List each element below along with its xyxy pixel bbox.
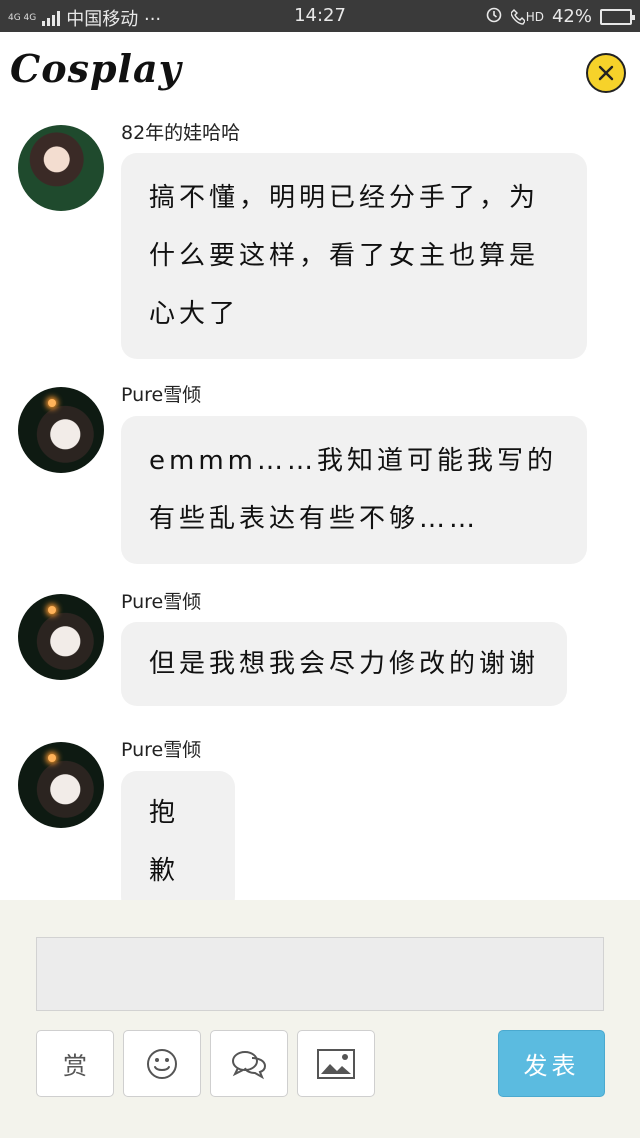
smiley-icon: [147, 1048, 177, 1079]
avatar[interactable]: [18, 125, 104, 211]
image-icon: [317, 1048, 355, 1079]
close-button[interactable]: [586, 53, 626, 93]
comment-item: 82年的娃哈哈 搞不懂，明明已经分手了，为什么要这样，看了女主也算是心大了: [0, 118, 640, 359]
comment-item: Pure雪倾 但是我想我会尽力修改的谢谢: [0, 587, 640, 712]
reward-label: 赏: [63, 1052, 87, 1080]
avatar[interactable]: [18, 387, 104, 473]
comment-username[interactable]: Pure雪倾: [121, 587, 201, 614]
comment-item: Pure雪倾 抱歉: [0, 735, 640, 913]
page-title: Cosplay: [10, 46, 182, 91]
comment-username[interactable]: Pure雪倾: [121, 380, 201, 407]
comment-bubble: emmm……我知道可能我写的有些乱表达有些不够……: [121, 416, 587, 564]
comment-bubble: 但是我想我会尽力修改的谢谢: [121, 622, 567, 706]
avatar[interactable]: [18, 594, 104, 680]
hd-label: HD: [525, 9, 544, 24]
status-bar: 4G 4G 中国移动 ··· 14:27 HD 42%: [0, 0, 640, 32]
emoji-button[interactable]: [123, 1030, 201, 1097]
reply-button[interactable]: [210, 1030, 288, 1097]
reward-button[interactable]: 赏: [36, 1030, 114, 1097]
comment-bubble: 抱歉: [121, 771, 235, 913]
status-right: HD 42%: [485, 5, 635, 28]
composer: 赏 发表: [0, 900, 640, 1138]
header: Cosplay: [0, 32, 640, 110]
comment-input[interactable]: [36, 937, 604, 1011]
sparkler: [48, 399, 56, 407]
comment-item: Pure雪倾 emmm……我知道可能我写的有些乱表达有些不够……: [0, 380, 640, 564]
chat-bubbles-icon: [232, 1050, 267, 1079]
battery-percent: 42%: [551, 6, 592, 27]
battery-icon: [600, 8, 635, 25]
close-icon: [598, 65, 614, 81]
alarm-icon: [485, 5, 503, 28]
call-hd-icon: HD: [510, 8, 544, 25]
sparkler: [48, 606, 56, 614]
avatar[interactable]: [18, 742, 104, 828]
comment-username[interactable]: Pure雪倾: [121, 735, 201, 762]
image-button[interactable]: [297, 1030, 375, 1097]
comment-username[interactable]: 82年的娃哈哈: [121, 118, 240, 145]
send-button[interactable]: 发表: [498, 1030, 605, 1097]
comment-bubble: 搞不懂，明明已经分手了，为什么要这样，看了女主也算是心大了: [121, 153, 587, 359]
sparkler: [48, 754, 56, 762]
